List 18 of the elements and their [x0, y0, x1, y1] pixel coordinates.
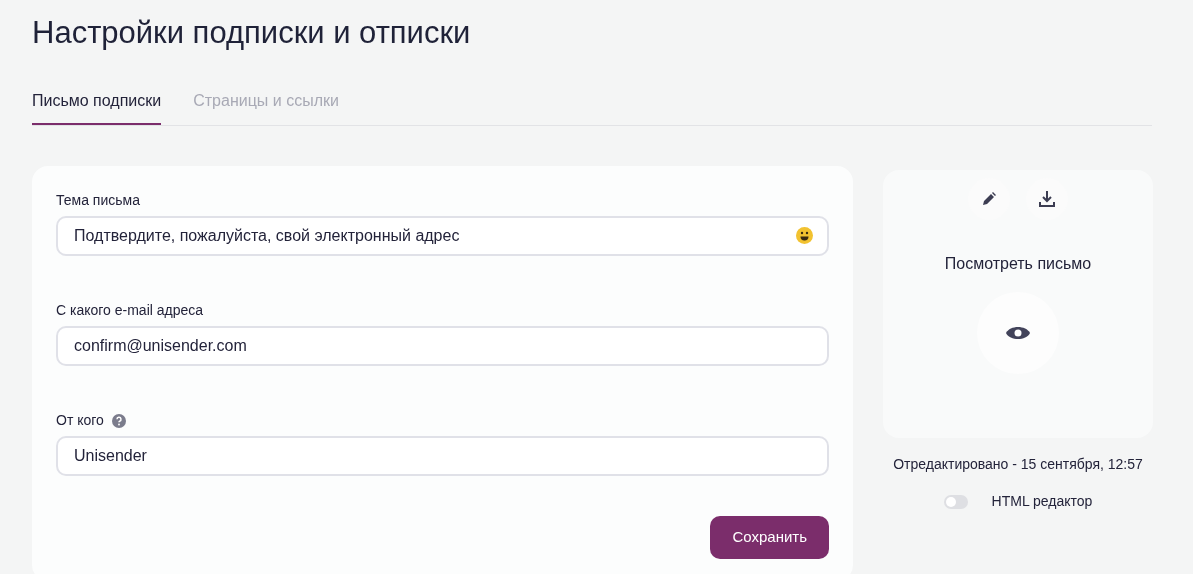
eye-icon [1006, 325, 1030, 342]
text-field[interactable]: Подтвердите, пожалуйста, свой электронный адрес [56, 216, 829, 257]
field-label: С какого e-mail адреса [56, 301, 204, 321]
page-title: Настройки подписки и отписки [32, 14, 472, 52]
smiley-icon[interactable] [796, 227, 813, 245]
toggle-label: HTML редактор [991, 492, 1093, 512]
pencil-icon [982, 192, 996, 207]
text-field[interactable]: confirm@unisender.com [56, 326, 829, 367]
field-label: Тема письма [56, 191, 140, 211]
preview-title: Посмотреть письмо [944, 254, 1092, 275]
html-editor-toggle[interactable] [943, 494, 968, 509]
tab[interactable]: Письмо подписки [32, 89, 162, 126]
field-label: От кого [56, 411, 104, 431]
edited-time: Отредактировано - 15 сентября, 12:57 [892, 455, 1144, 475]
save-button[interactable]: Сохранить [710, 516, 829, 559]
help-icon[interactable] [111, 413, 126, 428]
text-field[interactable]: Unisender [56, 436, 829, 477]
download-icon [1038, 190, 1056, 209]
